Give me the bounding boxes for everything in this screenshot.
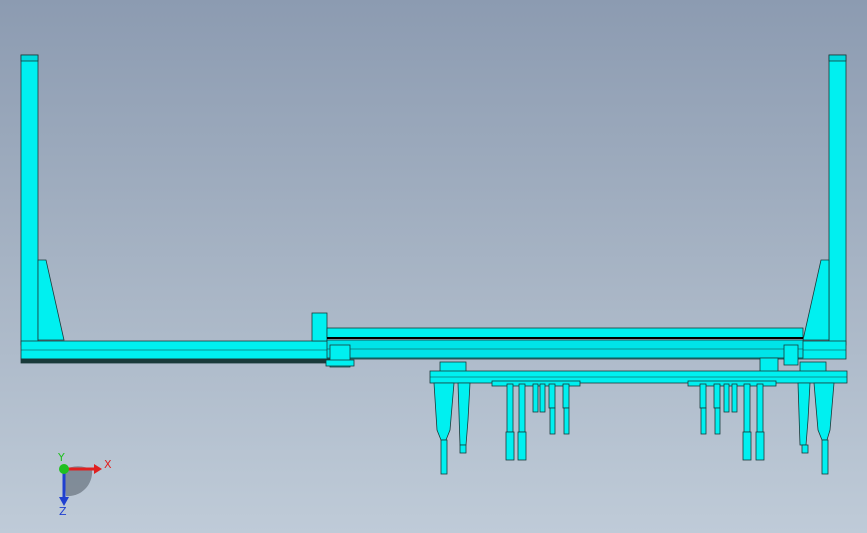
base-beam-shadow [20, 358, 332, 364]
carriage-mount-right [799, 361, 827, 373]
pin-l6 [562, 383, 570, 409]
left-upright-cap [20, 54, 39, 62]
pin-l5 [548, 383, 556, 409]
pin-r1 [699, 383, 707, 409]
pin-l1 [506, 383, 514, 433]
y-axis-label: Y [57, 451, 65, 464]
pin-r2 [713, 383, 721, 409]
carriage-mount-left [439, 361, 467, 373]
cad-viewport[interactable]: X Y Z [0, 0, 867, 533]
coordinate-triad: X Y Z [57, 451, 112, 518]
pin-r3 [723, 383, 730, 413]
pin-l3 [532, 383, 539, 413]
cylinder-left-inner [457, 382, 471, 446]
cylinder-right-outer [813, 382, 835, 441]
pin-l4 [539, 383, 546, 413]
z-axis-label: Z [59, 505, 67, 518]
rod-right-outer [821, 439, 829, 475]
right-gusset [802, 259, 830, 341]
pin-r2-tip [714, 407, 721, 435]
left-bracket-foot [325, 359, 355, 367]
pin-l5-tip [549, 407, 556, 435]
mid-bracket [759, 357, 779, 373]
left-upright-post [20, 54, 39, 346]
right-upright-cap [828, 54, 847, 62]
pin-r1-tip [700, 407, 707, 435]
pin-l1-tip [505, 431, 515, 461]
y-axis-origin-icon [59, 464, 69, 474]
left-gusset [37, 259, 65, 341]
rod-right-inner [801, 444, 809, 454]
cylinder-right-inner [797, 382, 811, 446]
upper-rail [326, 327, 804, 339]
right-upright-post [828, 54, 847, 346]
pin-r6-tip [755, 431, 765, 461]
pin-r5 [743, 383, 751, 433]
right-bracket [783, 344, 799, 366]
stop-block [311, 312, 328, 342]
pin-r6 [756, 383, 764, 433]
pin-l2 [518, 383, 526, 433]
x-axis-arrow-icon [94, 464, 102, 474]
pin-l6-tip [563, 407, 570, 435]
frame-model[interactable] [20, 54, 848, 475]
rod-left-inner [459, 444, 467, 454]
pin-r5-tip [742, 431, 752, 461]
cylinder-left-outer [433, 382, 455, 441]
pin-r4 [731, 383, 738, 413]
x-axis-label: X [104, 458, 112, 471]
pin-l2-tip [517, 431, 527, 461]
rod-left-outer [440, 439, 448, 475]
